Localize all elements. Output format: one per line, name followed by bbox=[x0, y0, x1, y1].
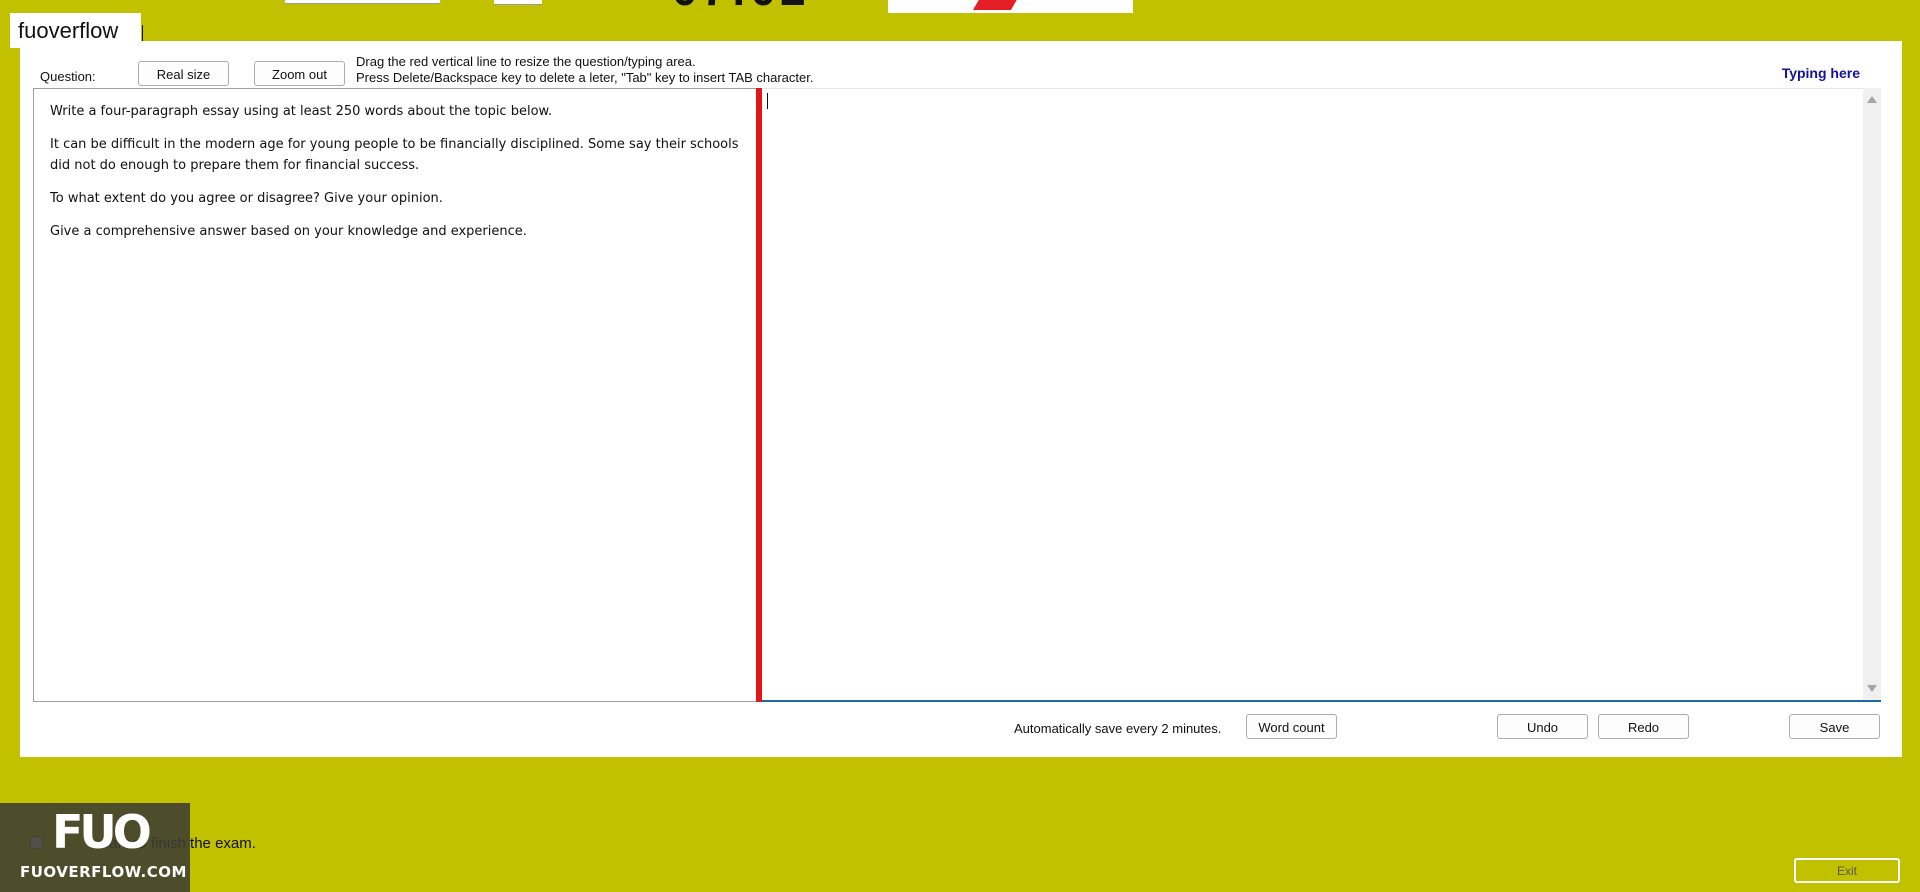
zoom-out-button[interactable]: Zoom out bbox=[254, 61, 345, 86]
redo-button[interactable]: Redo bbox=[1598, 714, 1689, 739]
logo-mark: FUO bbox=[52, 805, 152, 859]
countdown-timer: 07:02 bbox=[672, 0, 810, 12]
instruction-line: Press Delete/Backspace key to delete a l… bbox=[356, 70, 814, 85]
scroll-up-icon[interactable] bbox=[1867, 96, 1877, 103]
resize-instructions: Drag the red vertical line to resize the… bbox=[356, 54, 813, 86]
exit-button[interactable]: Exit bbox=[1794, 858, 1900, 883]
instruction-line: Drag the red vertical line to resize the… bbox=[356, 54, 696, 69]
question-paragraph: Write a four-paragraph essay using at le… bbox=[50, 104, 553, 119]
watermark-label: fuoverflow bbox=[10, 13, 143, 48]
typing-here-label: Typing here bbox=[1781, 65, 1860, 81]
question-paragraph: It can be difficult in the modern age fo… bbox=[50, 137, 739, 173]
logo-text: FUOVERFLOW.COM bbox=[20, 863, 187, 881]
question-label: Question: bbox=[40, 69, 96, 84]
banner-logo-icon bbox=[972, 0, 1020, 10]
save-button[interactable]: Save bbox=[1789, 714, 1880, 739]
fuoverflow-logo: FUO FUOVERFLOW.COM bbox=[0, 803, 190, 892]
exam-banner bbox=[888, 0, 1133, 13]
autosave-note: Automatically save every 2 minutes. bbox=[1014, 721, 1222, 736]
scroll-down-icon[interactable] bbox=[1867, 685, 1877, 692]
question-paragraph: To what extent do you agree or disagree?… bbox=[50, 191, 443, 206]
question-paragraph: Give a comprehensive answer based on you… bbox=[50, 224, 527, 239]
typing-scrollbar[interactable] bbox=[1863, 88, 1881, 702]
real-size-button[interactable]: Real size bbox=[138, 61, 229, 86]
exam-small-field bbox=[494, 0, 542, 5]
question-area: Write a four-paragraph essay using at le… bbox=[33, 88, 756, 702]
text-caret bbox=[767, 93, 768, 109]
exam-code-field bbox=[285, 0, 440, 4]
word-count-button[interactable]: Word count bbox=[1246, 714, 1337, 739]
essay-typing-area[interactable] bbox=[762, 88, 1863, 702]
exam-panel: Question: Real size Zoom out Drag the re… bbox=[20, 41, 1902, 757]
undo-button[interactable]: Undo bbox=[1497, 714, 1588, 739]
